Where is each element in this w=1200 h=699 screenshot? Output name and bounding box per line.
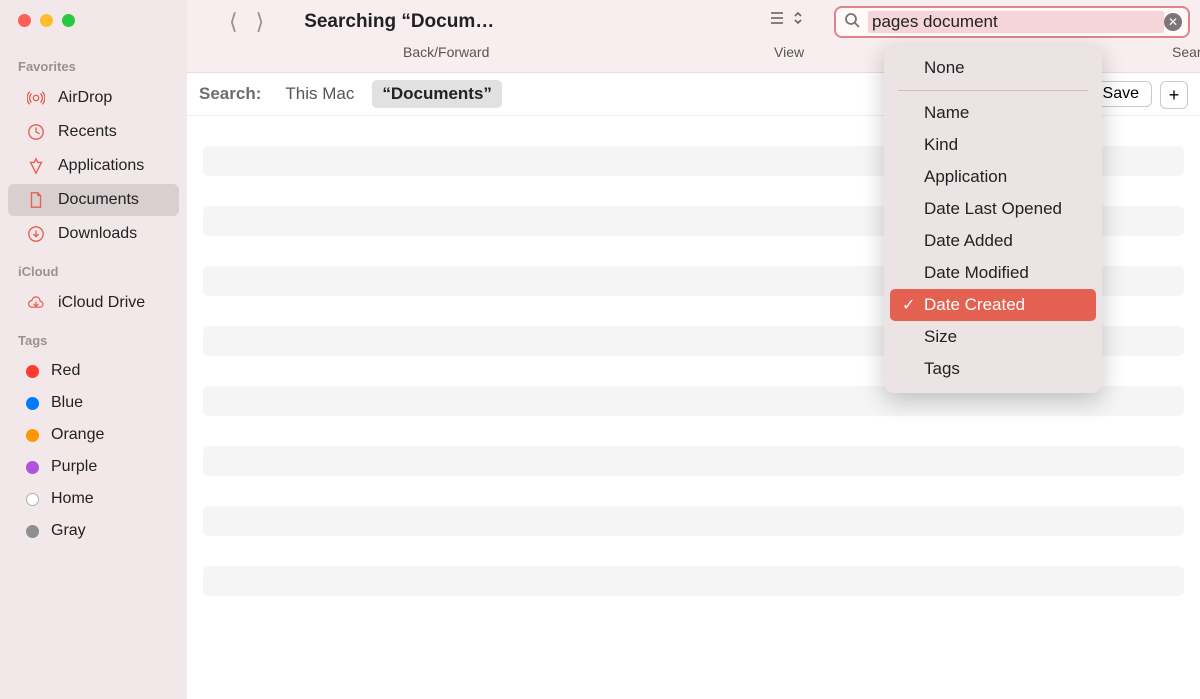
zoom-window-button[interactable]	[62, 14, 75, 27]
clock-icon	[26, 122, 46, 142]
sidebar-item-tag-gray[interactable]: Gray	[8, 516, 179, 546]
scope-option-this-mac[interactable]: This Mac	[275, 80, 364, 108]
menu-separator	[898, 90, 1088, 91]
tag-dot-icon	[26, 461, 39, 474]
sidebar-item-label: Home	[51, 490, 94, 508]
sidebar-item-documents[interactable]: Documents	[8, 184, 179, 216]
label-view: View	[774, 44, 804, 60]
tag-dot-icon	[26, 397, 39, 410]
menu-item-name[interactable]: Name	[884, 97, 1102, 129]
toolbar: ⟨ ⟩ Searching “Docum… »	[187, 0, 1200, 72]
label-search: Search	[1172, 44, 1200, 60]
nav-arrows: ⟨ ⟩	[229, 11, 264, 33]
sidebar-item-icloud-drive[interactable]: iCloud Drive	[8, 287, 179, 319]
sidebar-item-tag-orange[interactable]: Orange	[8, 420, 179, 450]
result-placeholder-row	[203, 506, 1184, 536]
menu-item-none[interactable]: None	[884, 52, 1102, 84]
apps-icon	[26, 156, 46, 176]
close-window-button[interactable]	[18, 14, 31, 27]
sidebar-item-label: Gray	[51, 522, 86, 540]
sidebar-item-label: Applications	[58, 157, 144, 175]
search-icon	[844, 12, 860, 33]
sidebar-item-label: Red	[51, 362, 80, 380]
search-input-text[interactable]: pages document	[868, 11, 1164, 33]
menu-item-date-created[interactable]: Date Created	[890, 289, 1096, 321]
sidebar-section-icloud: iCloud	[0, 252, 187, 285]
menu-item-size[interactable]: Size	[884, 321, 1102, 353]
menu-item-application[interactable]: Application	[884, 161, 1102, 193]
scope-label: Search:	[199, 84, 261, 104]
sidebar-item-label: iCloud Drive	[58, 294, 145, 312]
sidebar-item-label: Documents	[58, 191, 139, 209]
tag-dot-icon	[26, 429, 39, 442]
sidebar-item-label: AirDrop	[58, 89, 112, 107]
result-placeholder-row	[203, 566, 1184, 596]
sidebar-section-favorites: Favorites	[0, 47, 187, 80]
menu-item-kind[interactable]: Kind	[884, 129, 1102, 161]
sidebar-item-label: Blue	[51, 394, 83, 412]
sidebar-item-downloads[interactable]: Downloads	[8, 218, 179, 250]
sidebar-item-label: Orange	[51, 426, 104, 444]
back-button[interactable]: ⟨	[229, 11, 238, 33]
cloud-icon	[26, 293, 46, 313]
airdrop-icon	[26, 88, 46, 108]
sidebar-item-tag-home[interactable]: Home	[8, 484, 179, 514]
clear-search-button[interactable]: ✕	[1164, 13, 1182, 31]
window-controls	[0, 10, 187, 47]
view-switcher[interactable]	[769, 10, 803, 26]
menu-item-tags[interactable]: Tags	[884, 353, 1102, 385]
sidebar-item-label: Recents	[58, 123, 117, 141]
download-icon	[26, 224, 46, 244]
menu-item-date-modified[interactable]: Date Modified	[884, 257, 1102, 289]
sidebar-item-tag-purple[interactable]: Purple	[8, 452, 179, 482]
scope-option-documents[interactable]: “Documents”	[372, 80, 502, 108]
main-area: ⟨ ⟩ Searching “Docum… »	[187, 0, 1200, 699]
add-criteria-button[interactable]: +	[1160, 81, 1188, 109]
document-icon	[26, 190, 46, 210]
tag-dot-icon	[26, 493, 39, 506]
sidebar-item-recents[interactable]: Recents	[8, 116, 179, 148]
sidebar-item-label: Downloads	[58, 225, 137, 243]
sidebar-item-tag-blue[interactable]: Blue	[8, 388, 179, 418]
finder-window: Favorites AirDrop Recents Applications Docum…	[0, 0, 1200, 699]
sidebar-item-tag-red[interactable]: Red	[8, 356, 179, 386]
sidebar: Favorites AirDrop Recents Applications Docum…	[0, 0, 187, 699]
minimize-window-button[interactable]	[40, 14, 53, 27]
window-title: Searching “Docum…	[304, 11, 494, 33]
result-placeholder-row	[203, 446, 1184, 476]
group-by-menu: NoneNameKindApplicationDate Last OpenedD…	[884, 44, 1102, 393]
search-field[interactable]: pages document ✕	[834, 6, 1190, 38]
tag-dot-icon	[26, 365, 39, 378]
menu-item-date-added[interactable]: Date Added	[884, 225, 1102, 257]
tag-dot-icon	[26, 525, 39, 538]
forward-button[interactable]: ⟩	[256, 11, 265, 33]
label-backforward: Back/Forward	[403, 44, 489, 60]
sidebar-item-applications[interactable]: Applications	[8, 150, 179, 182]
sidebar-section-tags: Tags	[0, 321, 187, 354]
sidebar-item-label: Purple	[51, 458, 97, 476]
sidebar-item-airdrop[interactable]: AirDrop	[8, 82, 179, 114]
menu-item-date-last-opened[interactable]: Date Last Opened	[884, 193, 1102, 225]
